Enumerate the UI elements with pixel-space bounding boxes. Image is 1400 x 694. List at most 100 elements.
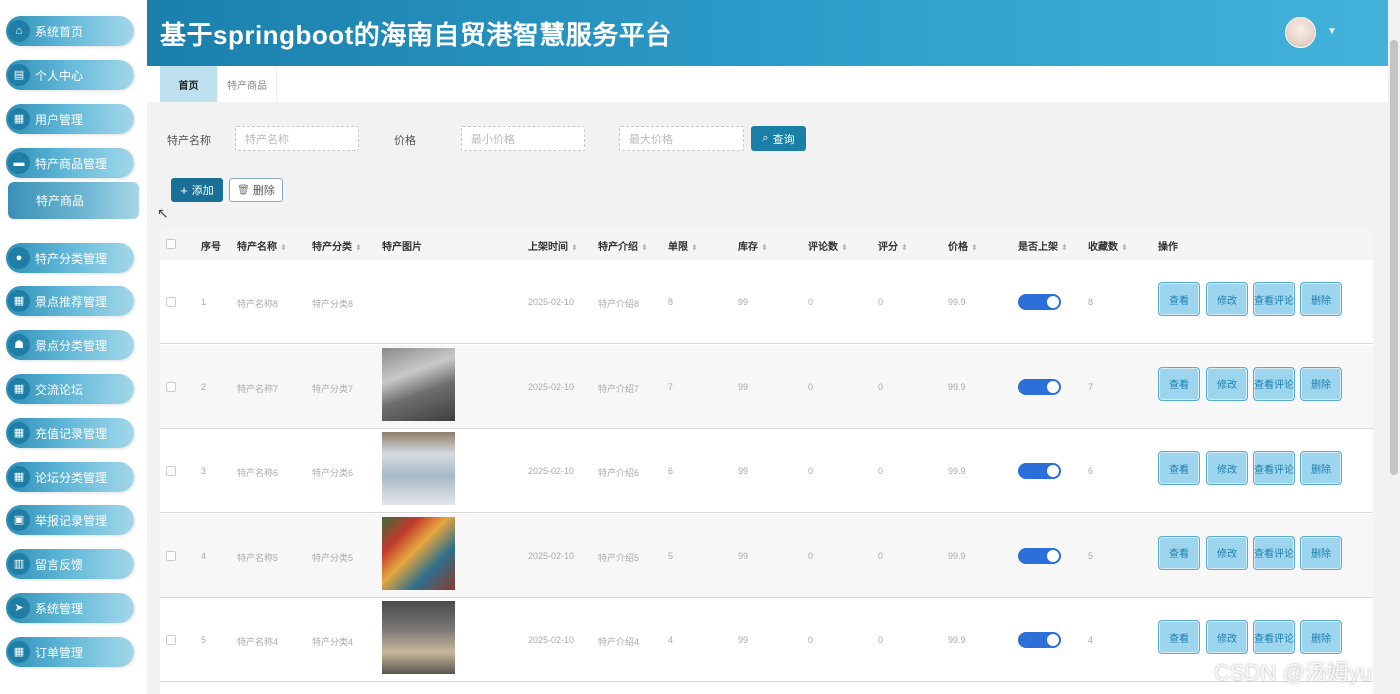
product-image[interactable] xyxy=(382,601,455,674)
max-price-input[interactable]: 最大价格 xyxy=(619,126,744,151)
delete-button[interactable]: 删除 xyxy=(1300,282,1342,316)
edit-button[interactable]: 修改 xyxy=(1206,535,1248,570)
view-comments-button[interactable]: 查看评论 xyxy=(1253,282,1295,316)
row-checkbox[interactable] xyxy=(166,381,176,392)
sidebar-item-4[interactable]: ● 特产分类管理 xyxy=(6,243,134,273)
cell-stock: 99 xyxy=(738,466,749,476)
edit-button[interactable]: 修改 xyxy=(1206,366,1248,401)
sidebar-item-10[interactable]: ▣ 举报记录管理 xyxy=(6,505,134,535)
view-comments-button[interactable]: 查看评论 xyxy=(1253,620,1295,654)
column-header[interactable]: 是否上架 ⬍ xyxy=(1018,238,1068,253)
product-image[interactable] xyxy=(382,347,455,421)
chevron-down-icon[interactable]: ▼ xyxy=(1327,26,1337,37)
sidebar-subitem-products[interactable]: 特产商品 xyxy=(8,182,139,219)
delete-button[interactable]: 删除 xyxy=(1300,451,1342,485)
edit-button[interactable]: 修改 xyxy=(1206,451,1248,485)
sidebar-item-9[interactable]: ▦ 论坛分类管理 xyxy=(6,462,134,492)
cell-stock: 99 xyxy=(738,550,749,561)
column-header[interactable]: 收藏数 ⬍ xyxy=(1088,238,1128,253)
sort-icon[interactable]: ⬍ xyxy=(571,243,578,252)
sidebar-item-11[interactable]: ▥ 留言反馈 xyxy=(6,549,134,579)
view-comments-button[interactable]: 查看评论 xyxy=(1253,366,1295,401)
on-shelf-toggle[interactable] xyxy=(1018,294,1061,310)
batch-delete-button[interactable]: 🗑 删除 xyxy=(229,178,283,202)
view-comments-button[interactable]: 查看评论 xyxy=(1253,535,1295,570)
cell-index: 5 xyxy=(201,635,207,645)
sidebar-item-7[interactable]: ▦ 交流论坛 xyxy=(6,374,134,404)
view-button[interactable]: 查看 xyxy=(1158,620,1200,654)
sort-icon[interactable]: ⬍ xyxy=(1061,243,1068,252)
on-shelf-toggle[interactable] xyxy=(1018,463,1061,479)
sidebar-item-0[interactable]: ⌂ 系统首页 xyxy=(6,16,134,46)
watermark: CSDN @汤姆yu xyxy=(1214,660,1373,685)
on-shelf-toggle[interactable] xyxy=(1018,378,1061,395)
sort-icon[interactable]: ⬍ xyxy=(280,243,287,252)
min-price-input[interactable]: 最小价格 xyxy=(461,126,585,151)
product-image[interactable] xyxy=(382,516,455,590)
clipboard-icon: ▥ xyxy=(8,553,30,575)
avatar[interactable] xyxy=(1285,17,1316,48)
column-header[interactable]: 单限 ⬍ xyxy=(668,238,698,253)
tab-products[interactable]: 特产商品 xyxy=(218,66,277,102)
row-checkbox[interactable] xyxy=(166,635,176,645)
sort-icon[interactable]: ⬍ xyxy=(691,243,698,252)
sidebar-item-3[interactable]: ▬ 特产商品管理 xyxy=(6,148,134,178)
delete-button[interactable]: 删除 xyxy=(1300,535,1342,570)
vertical-scrollbar[interactable] xyxy=(1388,0,1400,694)
search-button[interactable]: ⌕ 查询 xyxy=(751,126,806,151)
sort-icon[interactable]: ⬍ xyxy=(355,243,362,252)
cell-category: 特产分类5 xyxy=(312,552,354,563)
column-header[interactable]: 特产名称 ⬍ xyxy=(237,238,287,253)
tab-home[interactable]: 首页 xyxy=(160,66,218,102)
view-button[interactable]: 查看 xyxy=(1158,282,1200,316)
on-shelf-toggle[interactable] xyxy=(1018,632,1061,648)
sidebar-item-label: 景点推荐管理 xyxy=(35,294,108,309)
view-button[interactable]: 查看 xyxy=(1158,535,1200,570)
sort-icon[interactable]: ⬍ xyxy=(641,243,648,252)
view-button[interactable]: 查看 xyxy=(1158,451,1200,485)
edit-button[interactable]: 修改 xyxy=(1206,282,1248,316)
row-checkbox[interactable] xyxy=(166,466,176,476)
scrollbar-thumb[interactable] xyxy=(1390,40,1398,475)
column-header[interactable]: 价格 ⬍ xyxy=(948,238,978,253)
cell-index: 3 xyxy=(201,466,207,476)
sidebar-item-8[interactable]: ▦ 充值记录管理 xyxy=(6,418,134,448)
column-header[interactable]: 评论数 ⬍ xyxy=(808,238,848,253)
name-search-input[interactable]: 特产名称 xyxy=(235,126,359,151)
column-header-label: 特产介绍 xyxy=(598,242,638,253)
row-checkbox[interactable] xyxy=(166,297,176,307)
top-header: 基于springboot的海南自贸港智慧服务平台 ▼ xyxy=(147,0,1388,66)
sort-icon[interactable]: ⬍ xyxy=(841,243,848,252)
cell-name: 特产名称7 xyxy=(237,383,279,394)
sidebar-item-6[interactable]: ☗ 景点分类管理 xyxy=(6,330,134,360)
sidebar-item-2[interactable]: ▦ 用户管理 xyxy=(6,104,134,134)
view-button[interactable]: 查看 xyxy=(1158,366,1200,401)
column-header[interactable]: 特产介绍 ⬍ xyxy=(598,238,648,253)
product-image[interactable] xyxy=(382,432,455,505)
column-header[interactable]: 库存 ⬍ xyxy=(738,238,768,253)
cell-stock: 99 xyxy=(738,635,749,645)
sort-icon[interactable]: ⬍ xyxy=(901,243,908,252)
row-checkbox[interactable] xyxy=(166,550,176,561)
sort-icon[interactable]: ⬍ xyxy=(761,243,768,252)
sidebar-item-5[interactable]: ▦ 景点推荐管理 xyxy=(6,286,134,316)
column-header[interactable]: 评分 ⬍ xyxy=(878,238,908,253)
column-header-label: 特产名称 xyxy=(237,242,277,253)
sidebar-item-13[interactable]: ▦ 订单管理 xyxy=(6,637,134,667)
delete-button[interactable]: 删除 xyxy=(1300,620,1342,654)
view-comments-button[interactable]: 查看评论 xyxy=(1253,451,1295,485)
column-header-label: 评分 xyxy=(878,242,898,253)
column-header[interactable]: 特产分类 ⬍ xyxy=(312,238,362,253)
delete-button-label: 删除 xyxy=(252,185,275,197)
select-all-checkbox[interactable] xyxy=(166,239,176,249)
sidebar-item-12[interactable]: ➤ 系统管理 xyxy=(6,593,134,623)
add-button[interactable]: + 添加 xyxy=(171,178,223,202)
sidebar-item-1[interactable]: ▤ 个人中心 xyxy=(6,60,134,90)
sort-icon[interactable]: ⬍ xyxy=(971,243,978,252)
products-table: 序号 特产名称 ⬍ 特产分类 ⬍ 特产图片 上架时间 ⬍ 特产介绍 ⬍ 单限 ⬍ 库存 ⬍ 评论数 ⬍ 评分 ⬍ 价… xyxy=(160,228,1373,694)
column-header[interactable]: 上架时间 ⬍ xyxy=(528,238,578,253)
edit-button[interactable]: 修改 xyxy=(1206,620,1248,654)
on-shelf-toggle[interactable] xyxy=(1018,547,1061,564)
sort-icon[interactable]: ⬍ xyxy=(1121,243,1128,252)
delete-button[interactable]: 删除 xyxy=(1300,366,1342,401)
